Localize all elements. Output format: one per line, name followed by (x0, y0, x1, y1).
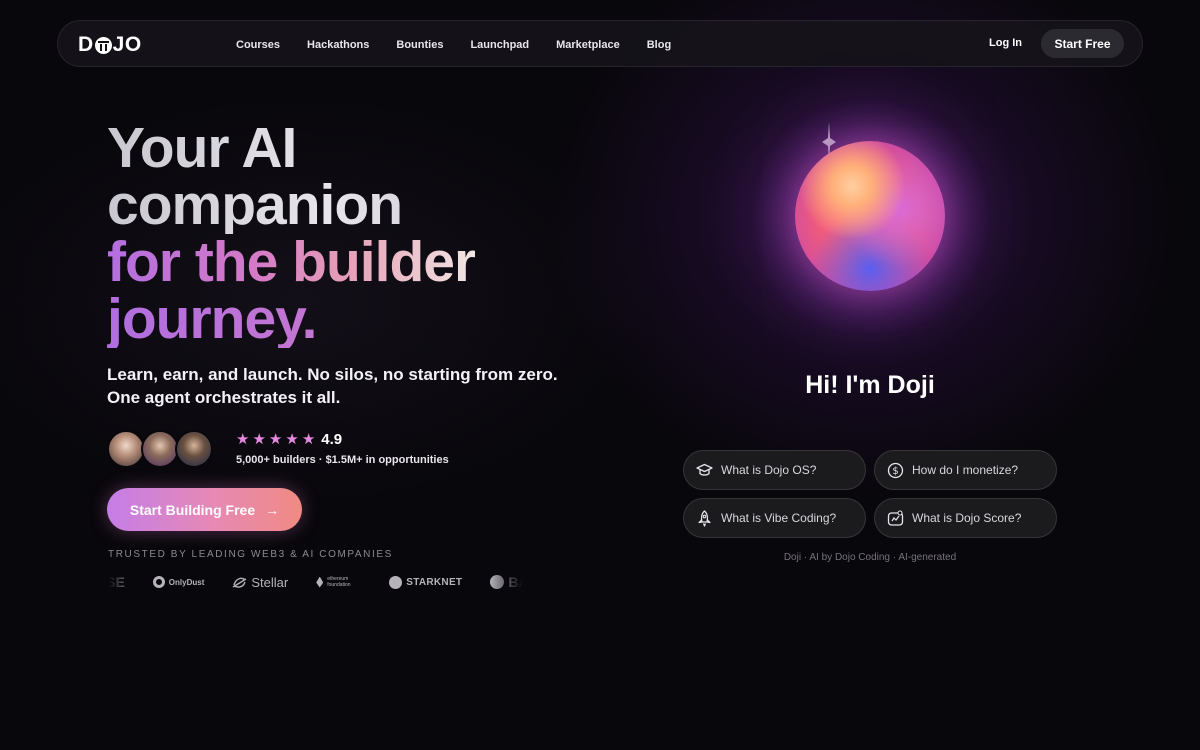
star-icon: ★ (301, 431, 316, 448)
nav-link-courses[interactable]: Courses (236, 39, 280, 51)
partner-logo-base: BASE (490, 574, 523, 590)
headline-line-1: Your AI (107, 120, 475, 177)
subtitle-line-1: Learn, earn, and launch. No silos, no st… (107, 365, 558, 384)
torii-logo-icon (94, 36, 112, 54)
start-free-button[interactable]: Start Free (1041, 29, 1124, 58)
arrow-right-icon: → (265, 501, 280, 518)
trusted-by-label: TRUSTED BY LEADING WEB3 & AI COMPANIES (108, 549, 393, 560)
star-icon: ★ (236, 431, 250, 448)
assistant-credit: Doji · AI by Dojo Coding · AI-generated (783, 552, 957, 563)
partner-name: ASE (108, 574, 125, 590)
suggestion-dojo-score[interactable]: What is Dojo Score? (874, 498, 1057, 538)
suggestion-monetize[interactable]: $ How do I monetize? (874, 450, 1057, 490)
star-icon: ★ (285, 431, 299, 448)
assistant-greeting: Hi! I'm Doji (805, 371, 935, 399)
stellar-icon (232, 577, 247, 588)
partner-logo-onlydust: OnlyDust (152, 576, 205, 588)
suggestion-label: What is Vibe Coding? (721, 511, 837, 525)
suggestion-label: What is Dojo OS? (721, 463, 817, 477)
headline-line-4: journey. (107, 291, 475, 348)
suggestion-dojo-os[interactable]: What is Dojo OS? (683, 450, 866, 490)
doji-orb-avatar (795, 141, 945, 291)
nav-link-blog[interactable]: Blog (647, 39, 671, 51)
partner-name: STARKNET (406, 576, 463, 588)
login-link[interactable]: Log In (989, 37, 1022, 49)
cta-label: Start Building Free (129, 501, 256, 518)
svg-text:$: $ (892, 466, 898, 477)
avatar (175, 430, 213, 468)
partner-name: OnlyDust (168, 577, 205, 587)
ethereum-icon (316, 576, 324, 588)
score-gauge-icon (887, 509, 904, 527)
graduation-cap-icon (696, 462, 713, 479)
nav-links: Courses Hackathons Bounties Launchpad Ma… (236, 21, 698, 68)
rocket-icon (696, 509, 713, 527)
hero-headline: Your AI companion for the builder journe… (107, 120, 476, 348)
dojo-logo[interactable]: D JO (78, 33, 142, 57)
suggestion-vibe-coding[interactable]: What is Vibe Coding? (683, 498, 866, 538)
partner-logo-starknet: STARKNET (389, 575, 463, 589)
nav-link-marketplace[interactable]: Marketplace (556, 39, 620, 51)
star-rating: ★ ★ ★ ★ ★ 4.9 (236, 431, 342, 448)
logo-letter-d: D (78, 33, 94, 56)
partner-name: Stellar (251, 574, 289, 590)
builder-stats: 5,000+ builders · $1.5M+ in opportunitie… (236, 454, 449, 466)
nav-link-launchpad[interactable]: Launchpad (470, 39, 529, 51)
starknet-icon (389, 575, 403, 589)
top-navbar: D JO Courses Hackathons Bounties Launchpa… (57, 20, 1143, 67)
hero-subtitle: Learn, earn, and launch. No silos, no st… (107, 363, 577, 409)
logo-letters-jo: JO (112, 33, 142, 56)
star-icon: ★ (268, 431, 283, 448)
partner-name: ethereum foundation (327, 576, 351, 588)
suggestion-label: What is Dojo Score? (912, 511, 1022, 525)
headline-line-2: companion (107, 177, 475, 234)
nav-link-bounties[interactable]: Bounties (396, 39, 443, 51)
base-icon (490, 575, 505, 589)
dollar-coin-icon: $ (887, 462, 904, 479)
partner-logo-base: ASE (108, 574, 125, 590)
partner-logo-marquee: ASE OnlyDust Stellar ethereum foundation… (108, 572, 523, 592)
partner-logo-stellar: Stellar (232, 575, 288, 590)
onlydust-icon (152, 576, 165, 588)
subtitle-line-2: One agent orchestrates it all. (107, 388, 341, 407)
start-building-free-button[interactable]: Start Building Free → (107, 488, 302, 531)
partner-logo-ethereum-foundation: ethereum foundation (316, 576, 361, 588)
suggestion-label: How do I monetize? (912, 463, 1019, 477)
star-icon: ★ (252, 431, 266, 448)
partner-name: BASE (508, 574, 523, 590)
rating-value: 4.9 (321, 431, 343, 448)
builder-avatars (107, 430, 213, 468)
avatar (141, 430, 179, 468)
headline-line-3: for the builder (107, 230, 476, 294)
avatar (107, 430, 145, 468)
nav-link-hackathons[interactable]: Hackathons (307, 39, 369, 51)
